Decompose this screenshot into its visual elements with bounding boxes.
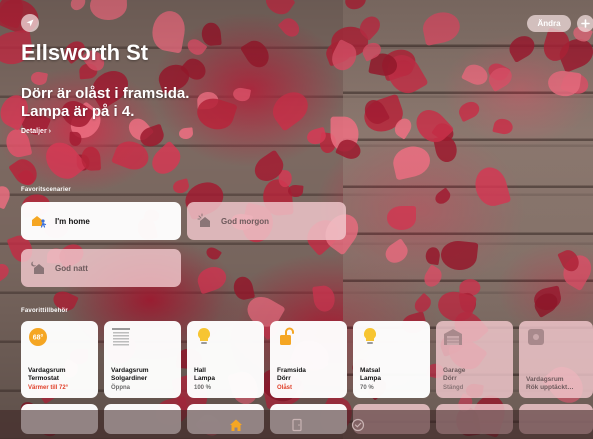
- scene-label: I'm home: [55, 216, 90, 226]
- location-arrow-icon: [26, 19, 34, 27]
- plus-icon: [581, 19, 590, 28]
- scene-label: God natt: [55, 263, 88, 273]
- accessory-tile-blinds[interactable]: Vardagsrum Solgardiner Öppna: [104, 321, 181, 398]
- accessory-tile-front-door[interactable]: Framsida Dörr Olåst: [270, 321, 347, 398]
- blinds-icon: [111, 327, 131, 347]
- tile-room: Garage: [443, 367, 466, 374]
- tab-bar: [0, 410, 593, 439]
- tile-room: Matsal: [360, 367, 381, 374]
- tab-rooms[interactable]: [289, 417, 305, 433]
- smoke-detector-icon: [526, 327, 546, 347]
- tile-name: Dörr: [277, 375, 291, 382]
- morning-house-icon: [197, 213, 213, 229]
- arrive-home-icon: [31, 213, 47, 229]
- thermostat-icon: 68°: [28, 327, 48, 347]
- edit-button[interactable]: Ändra: [527, 15, 571, 32]
- accessory-tile-smoke-detector[interactable]: Vardagsrum Rök upptäckt…: [519, 321, 593, 398]
- scene-god-morgon[interactable]: God morgon: [187, 202, 346, 240]
- home-location-button[interactable]: [21, 14, 39, 32]
- accessory-tile-hall-lamp[interactable]: Hall Lampa 100 %: [187, 321, 264, 398]
- accessory-tile-dining-lamp[interactable]: Matsal Lampa 70 %: [353, 321, 430, 398]
- automation-tab-icon: [351, 418, 364, 431]
- tile-room: Vardagsrum: [28, 367, 66, 374]
- status-line: Lampa är på i 4.: [21, 103, 135, 120]
- accessory-tile-garage[interactable]: Garage Dörr Stängd: [436, 321, 513, 398]
- tab-automation[interactable]: [350, 417, 366, 433]
- home-status: Dörr är olåst i framsida. Lampa är på i …: [21, 85, 281, 121]
- tile-name: Dörr: [443, 375, 457, 382]
- tile-name: Termostat: [28, 375, 59, 382]
- scenes-section-label: Favoritscenarier: [21, 187, 71, 193]
- home-tab-icon: [229, 419, 242, 431]
- scene-god-natt[interactable]: God natt: [21, 249, 181, 287]
- lightbulb-icon: [360, 327, 380, 347]
- tile-name: Lampa: [194, 375, 215, 382]
- tile-state: Öppna: [111, 385, 130, 391]
- garage-icon: [443, 327, 463, 347]
- scene-label: God morgon: [221, 216, 269, 226]
- tile-room: Vardagsrum: [526, 376, 564, 383]
- accessories-section-label: Favorittillbehör: [21, 308, 68, 314]
- rooms-tab-icon: [291, 418, 302, 431]
- add-button[interactable]: [577, 15, 593, 32]
- tile-name: Rök upptäckt…: [526, 384, 574, 391]
- tile-state: 100 %: [194, 385, 212, 391]
- status-line: Dörr är olåst i framsida.: [21, 85, 190, 102]
- tile-room: Vardagsrum: [111, 367, 149, 374]
- svg-text:68°: 68°: [33, 334, 44, 342]
- tile-room: Hall: [194, 367, 206, 374]
- lightbulb-icon: [194, 327, 214, 347]
- night-house-icon: [31, 260, 47, 276]
- tile-state: Olåst: [277, 385, 293, 391]
- tab-home[interactable]: [228, 417, 244, 433]
- details-link[interactable]: Detaljer ›: [21, 128, 51, 135]
- scene-im-home[interactable]: I'm home: [21, 202, 181, 240]
- tile-name: Solgardiner: [111, 375, 148, 382]
- tile-state: 70 %: [360, 385, 374, 391]
- unlocked-icon: [277, 327, 297, 347]
- tile-state: Stängd: [443, 385, 464, 391]
- tile-name: Lampa: [360, 375, 381, 382]
- tile-state: Värmer till 72°: [28, 385, 69, 391]
- accessory-tile-thermostat[interactable]: 68° Vardagsrum Termostat Värmer till 72°: [21, 321, 98, 398]
- tile-room: Framsida: [277, 367, 306, 374]
- home-title: Ellsworth St: [21, 40, 149, 65]
